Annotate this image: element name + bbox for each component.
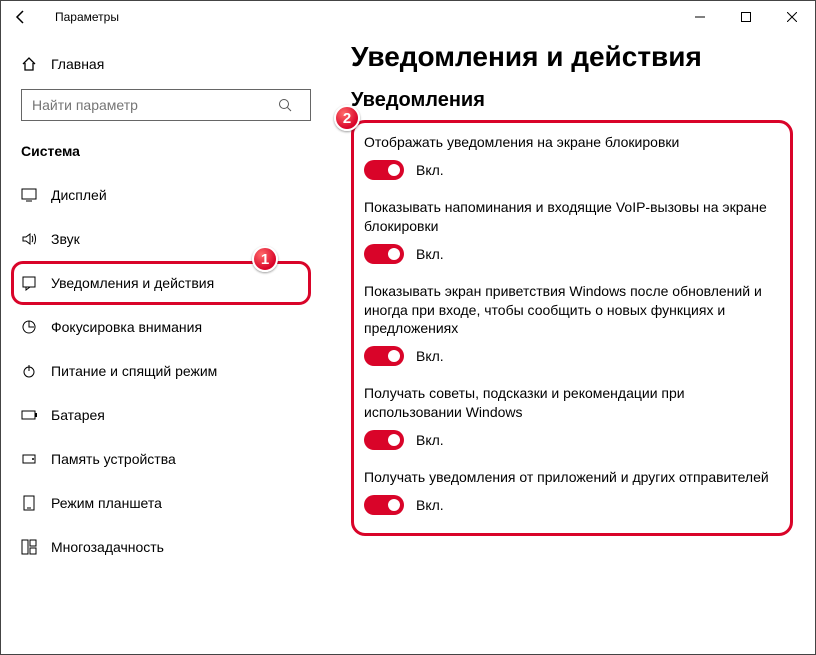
maximize-button[interactable] [723, 1, 769, 33]
toggle-state: Вкл. [416, 432, 444, 448]
sound-icon [21, 231, 51, 247]
setting-label: Показывать экран приветствия Windows пос… [364, 282, 780, 339]
setting-label: Получать уведомления от приложений и дру… [364, 468, 780, 487]
setting-label: Отображать уведомления на экране блокиро… [364, 133, 780, 152]
back-button[interactable] [9, 9, 55, 25]
minimize-button[interactable] [677, 1, 723, 33]
close-button[interactable] [769, 1, 815, 33]
sidebar-item-label: Дисплей [51, 187, 107, 203]
notify-icon [21, 275, 51, 291]
search-input[interactable] [22, 97, 278, 113]
annotation-callout-2: 2 [334, 105, 360, 131]
sidebar-item-notifications[interactable]: Уведомления и действия 1 [11, 261, 311, 305]
toggle-switch[interactable] [364, 160, 404, 180]
window-controls [677, 1, 815, 33]
sidebar-nav: Дисплей Звук Уведомления и действия 1 Фо… [21, 173, 321, 569]
settings-group: 2 Отображать уведомления на экране блоки… [351, 120, 793, 536]
annotation-callout-1: 1 [252, 246, 278, 272]
sidebar-item-display[interactable]: Дисплей [21, 173, 321, 217]
sidebar-item-label: Батарея [51, 407, 105, 423]
toggle-state: Вкл. [416, 246, 444, 262]
sidebar-item-label: Память устройства [51, 451, 176, 467]
setting-lockscreen-notifications: Отображать уведомления на экране блокиро… [364, 133, 780, 180]
battery-icon [21, 407, 51, 423]
toggle-switch[interactable] [364, 495, 404, 515]
sidebar-item-label: Фокусировка внимания [51, 319, 202, 335]
sidebar-home-label: Главная [51, 56, 104, 72]
setting-tips: Получать советы, подсказки и рекомендаци… [364, 384, 780, 450]
sidebar-group-title: Система [21, 143, 321, 159]
section-title: Уведомления [351, 89, 793, 112]
setting-welcome-screen: Показывать экран приветствия Windows пос… [364, 282, 780, 367]
storage-icon [21, 451, 51, 467]
home-icon [21, 56, 51, 72]
settings-window: Параметры Главная Система [0, 0, 816, 655]
focus-icon [21, 319, 51, 335]
power-icon [21, 363, 51, 379]
toggle-switch[interactable] [364, 244, 404, 264]
sidebar-item-label: Уведомления и действия [51, 275, 214, 291]
tablet-icon [21, 495, 51, 511]
sidebar-item-label: Многозадачность [51, 539, 164, 555]
sidebar-item-tablet[interactable]: Режим планшета [21, 481, 321, 525]
search-box[interactable] [21, 89, 311, 121]
sidebar-home[interactable]: Главная [21, 45, 321, 83]
toggle-state: Вкл. [416, 348, 444, 364]
sidebar-item-label: Звук [51, 231, 80, 247]
toggle-switch[interactable] [364, 430, 404, 450]
multitask-icon [21, 539, 51, 555]
display-icon [21, 187, 51, 203]
sidebar-item-storage[interactable]: Память устройства [21, 437, 321, 481]
sidebar-item-power[interactable]: Питание и спящий режим [21, 349, 321, 393]
window-title: Параметры [55, 10, 677, 24]
page-title: Уведомления и действия [351, 41, 793, 73]
search-icon [278, 98, 310, 112]
toggle-state: Вкл. [416, 497, 444, 513]
setting-voip-reminders: Показывать напоминания и входящие VoIP-в… [364, 198, 780, 264]
titlebar: Параметры [1, 1, 815, 33]
toggle-switch[interactable] [364, 346, 404, 366]
sidebar-item-label: Питание и спящий режим [51, 363, 217, 379]
setting-app-notifications: Получать уведомления от приложений и дру… [364, 468, 780, 515]
sidebar: Главная Система Дисплей Звук [1, 33, 321, 654]
sidebar-item-label: Режим планшета [51, 495, 162, 511]
sidebar-item-focus[interactable]: Фокусировка внимания [21, 305, 321, 349]
setting-label: Показывать напоминания и входящие VoIP-в… [364, 198, 780, 236]
sidebar-item-battery[interactable]: Батарея [21, 393, 321, 437]
setting-label: Получать советы, подсказки и рекомендаци… [364, 384, 780, 422]
main-content: Уведомления и действия Уведомления 2 Ото… [321, 33, 815, 654]
sidebar-item-multitasking[interactable]: Многозадачность [21, 525, 321, 569]
toggle-state: Вкл. [416, 162, 444, 178]
